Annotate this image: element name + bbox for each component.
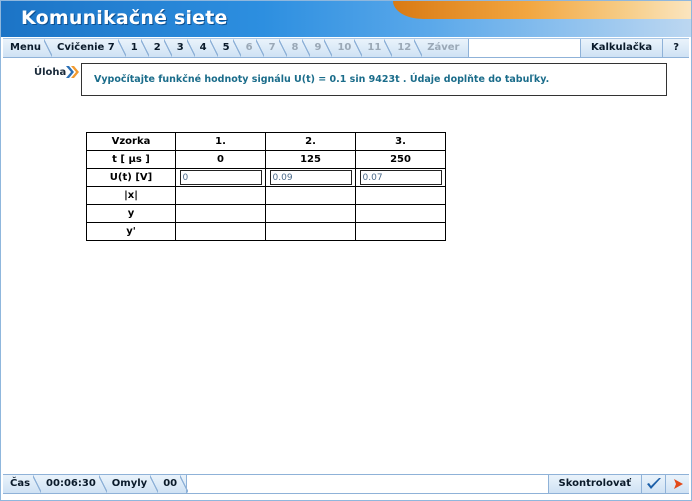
voltage-cell xyxy=(355,168,446,187)
tab-step-3[interactable]: 3 xyxy=(170,39,195,57)
row-label-y-prime: y' xyxy=(86,222,176,241)
table-row-time: t [ µs ] 0 125 250 xyxy=(86,150,446,169)
app-window: Komunikačné siete Menu Cvičenie 7 1 2 3 … xyxy=(0,0,692,501)
errors-label: Omyly xyxy=(105,475,159,493)
empty-cell xyxy=(175,222,266,241)
tab-step-6: 6 xyxy=(239,39,264,57)
nav-tab-bar: Menu Cvičenie 7 1 2 3 4 5 6 7 8 9 10 11 … xyxy=(3,38,689,58)
tab-menu[interactable]: Menu xyxy=(3,39,52,57)
table-row-y: y xyxy=(86,204,446,223)
empty-cell xyxy=(355,222,446,241)
time-value: 0 xyxy=(175,150,266,169)
empty-cell xyxy=(355,186,446,205)
voltage-input-3[interactable] xyxy=(359,170,442,185)
app-title: Komunikačné siete xyxy=(21,7,228,29)
tab-step-2[interactable]: 2 xyxy=(147,39,172,57)
tab-step-10: 10 xyxy=(330,39,363,57)
table-header-cell: 2. xyxy=(265,132,356,151)
tab-step-7: 7 xyxy=(262,39,287,57)
status-bar: Čas 00:06:30 Omyly 00 Skontrolovať xyxy=(3,474,689,494)
empty-cell xyxy=(175,204,266,223)
row-label-abs-x: |x| xyxy=(86,186,176,205)
check-icon-button[interactable] xyxy=(641,475,665,493)
row-label-voltage: U(t) [V] xyxy=(86,168,176,187)
calculator-button[interactable]: Kalkulačka xyxy=(581,39,662,57)
task-instructions: Vypočítajte funkčné hodnoty signálu U(t)… xyxy=(94,74,550,85)
empty-cell xyxy=(355,204,446,223)
status-bar-spacer xyxy=(186,475,549,493)
checkmark-icon xyxy=(646,478,661,489)
task-box: Vypočítajte funkčné hodnoty signálu U(t)… xyxy=(81,63,667,96)
tab-step-9: 9 xyxy=(308,39,333,57)
tab-step-8: 8 xyxy=(285,39,310,57)
tab-step-11: 11 xyxy=(360,39,393,57)
voltage-cell xyxy=(265,168,356,187)
table-row-voltage: U(t) [V] xyxy=(86,168,446,187)
empty-cell xyxy=(265,186,356,205)
tab-step-5[interactable]: 5 xyxy=(216,39,241,57)
empty-cell xyxy=(175,186,266,205)
table-header-cell: 1. xyxy=(175,132,266,151)
tab-step-4[interactable]: 4 xyxy=(193,39,218,57)
row-label-y: y xyxy=(86,204,176,223)
empty-cell xyxy=(265,222,356,241)
row-label-time: t [ µs ] xyxy=(86,150,176,169)
tab-step-12: 12 xyxy=(390,39,423,57)
voltage-input-1[interactable] xyxy=(179,170,262,185)
table-header-cell: Vzorka xyxy=(86,132,176,151)
voltage-cell xyxy=(175,168,266,187)
values-table: Vzorka 1. 2. 3. t [ µs ] 0 125 250 U(t) … xyxy=(86,132,446,241)
arrow-right-icon xyxy=(673,479,683,489)
time-value: 125 xyxy=(265,150,356,169)
tab-conclusion: Záver xyxy=(427,42,460,53)
help-button[interactable]: ? xyxy=(662,39,689,57)
double-chevron-right-icon xyxy=(66,66,79,78)
tab-step-1[interactable]: 1 xyxy=(124,39,149,57)
table-header-row: Vzorka 1. 2. 3. xyxy=(86,132,446,151)
empty-cell xyxy=(265,204,356,223)
time-value: 00:06:30 xyxy=(39,475,107,493)
tab-exercise[interactable]: Cvičenie 7 xyxy=(50,39,126,57)
next-button[interactable] xyxy=(665,475,689,493)
time-value: 250 xyxy=(355,150,446,169)
time-label: Čas xyxy=(3,475,42,493)
check-button[interactable]: Skontrolovať xyxy=(549,475,642,493)
voltage-input-2[interactable] xyxy=(269,170,352,185)
title-bar: Komunikačné siete xyxy=(1,1,691,37)
table-row-y-prime: y' xyxy=(86,222,446,241)
errors-value: 00 xyxy=(156,475,189,493)
task-label: Úloha xyxy=(34,67,67,78)
title-accent xyxy=(393,1,691,19)
table-header-cell: 3. xyxy=(355,132,446,151)
tab-bar-spacer xyxy=(468,39,581,57)
table-row-abs-x: |x| xyxy=(86,186,446,205)
